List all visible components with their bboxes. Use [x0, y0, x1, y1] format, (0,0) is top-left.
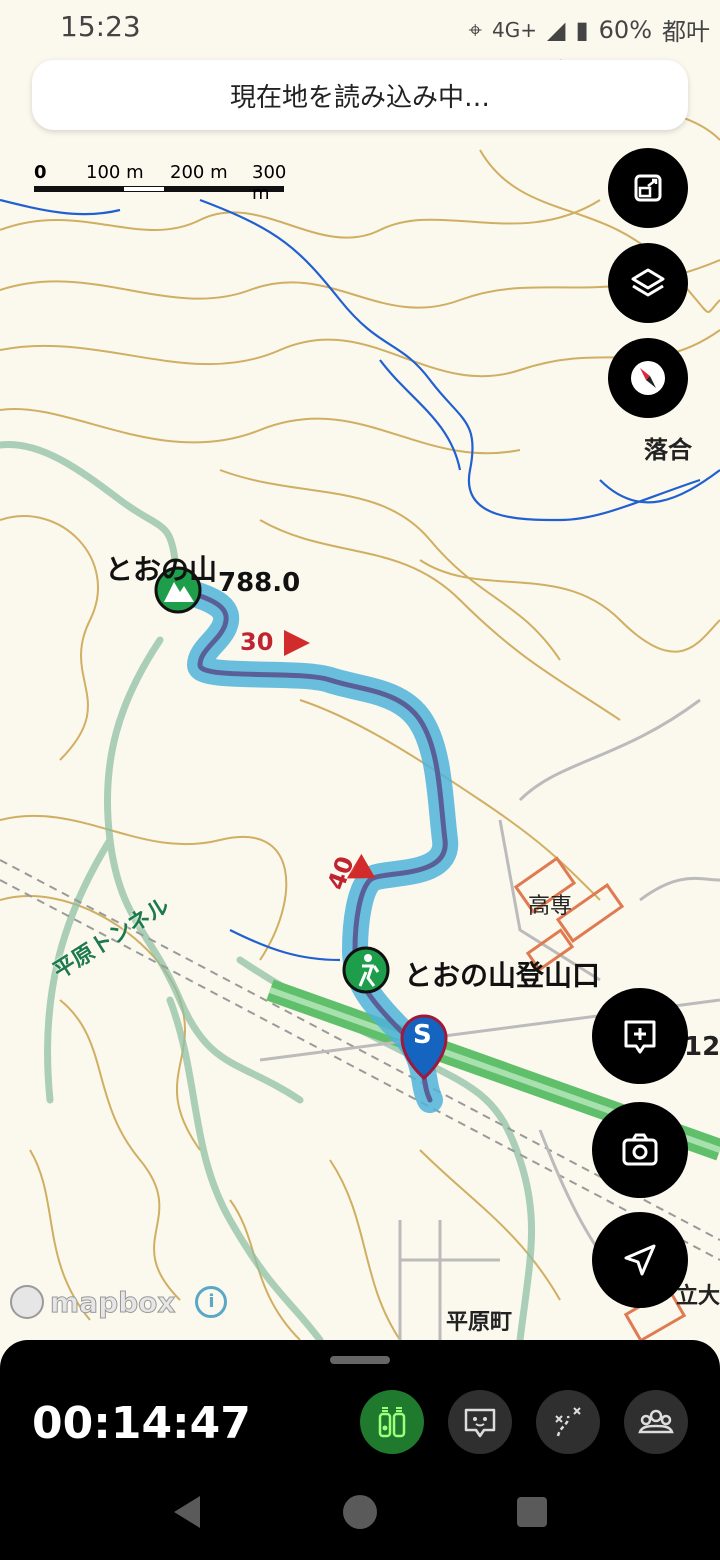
recents-icon[interactable]	[516, 1496, 548, 1528]
panel-drag-handle[interactable]	[330, 1356, 390, 1364]
walkie-talkie-icon	[378, 1407, 406, 1438]
peak-elevation-label: 788.0	[218, 568, 301, 598]
current-location-button[interactable]	[592, 1212, 688, 1308]
trailhead-icon	[342, 946, 390, 994]
layers-icon	[631, 268, 665, 297]
compass-button[interactable]	[608, 338, 688, 418]
elapsed-time: 00:14:47	[32, 1398, 251, 1449]
dog-mode-button[interactable]	[448, 1390, 512, 1454]
mapbox-logo-icon	[10, 1285, 44, 1319]
start-marker-label: S	[413, 1020, 432, 1050]
location-icon: ⌖	[468, 15, 482, 44]
add-memo-icon	[624, 1020, 656, 1054]
info-icon[interactable]: i	[195, 1286, 228, 1318]
walkie-talkie-button[interactable]	[360, 1390, 424, 1454]
place-ochiai-label: 落合	[644, 436, 692, 464]
system-navigation-bar	[0, 1470, 720, 1560]
battery-icon: ▮	[575, 15, 589, 44]
group-icon	[638, 1409, 674, 1434]
place-partial-right-label: 立大	[676, 1284, 720, 1309]
network-label: 4G+	[491, 17, 537, 42]
navigation-arrow-icon	[624, 1244, 656, 1276]
peak-name-label: とおの山	[105, 553, 218, 586]
mapbox-wordmark: mapbox	[49, 1285, 176, 1319]
scale-100: 100 m	[86, 162, 144, 183]
home-icon[interactable]	[342, 1494, 378, 1530]
scale-bar: 0 100 m 200 m 300 m	[34, 160, 294, 204]
back-icon[interactable]	[170, 1494, 204, 1530]
fit-route-icon	[634, 174, 662, 202]
camera-icon	[622, 1133, 658, 1166]
status-edge-text: 都叶	[662, 18, 710, 46]
scale-300: 300 m	[252, 162, 287, 204]
layers-button[interactable]	[608, 243, 688, 323]
scale-zero: 0	[34, 162, 47, 183]
location-loading-banner: 現在地を読み込み中…	[32, 60, 688, 130]
status-time: 15:23	[60, 10, 141, 43]
scale-200: 200 m	[170, 162, 228, 183]
status-bar: 15:23 ⌖ 4G+ ◢ ▮ 60% 都叶	[0, 0, 720, 56]
banner-text: 現在地を読み込み中…	[229, 82, 490, 113]
battery-level: 60%	[598, 15, 652, 44]
route-off-icon	[555, 1407, 581, 1437]
edge-number-label: 12	[684, 1032, 720, 1062]
place-hirahara-label: 平原町	[446, 1310, 513, 1335]
group-button[interactable]	[624, 1390, 688, 1454]
mapbox-attribution[interactable]: mapbox i	[10, 1282, 228, 1322]
dog-face-icon	[464, 1408, 496, 1438]
trailhead-name-label: とおの山登山口	[404, 959, 601, 992]
place-kosen-label: 高専	[528, 894, 573, 919]
add-memo-button[interactable]	[592, 988, 688, 1084]
fit-route-button[interactable]	[608, 148, 688, 228]
route-off-button[interactable]	[536, 1390, 600, 1454]
route-marker-30: 30	[240, 628, 274, 656]
signal-icon: ◢	[546, 15, 566, 44]
camera-button[interactable]	[592, 1102, 688, 1198]
compass-icon	[631, 361, 665, 395]
